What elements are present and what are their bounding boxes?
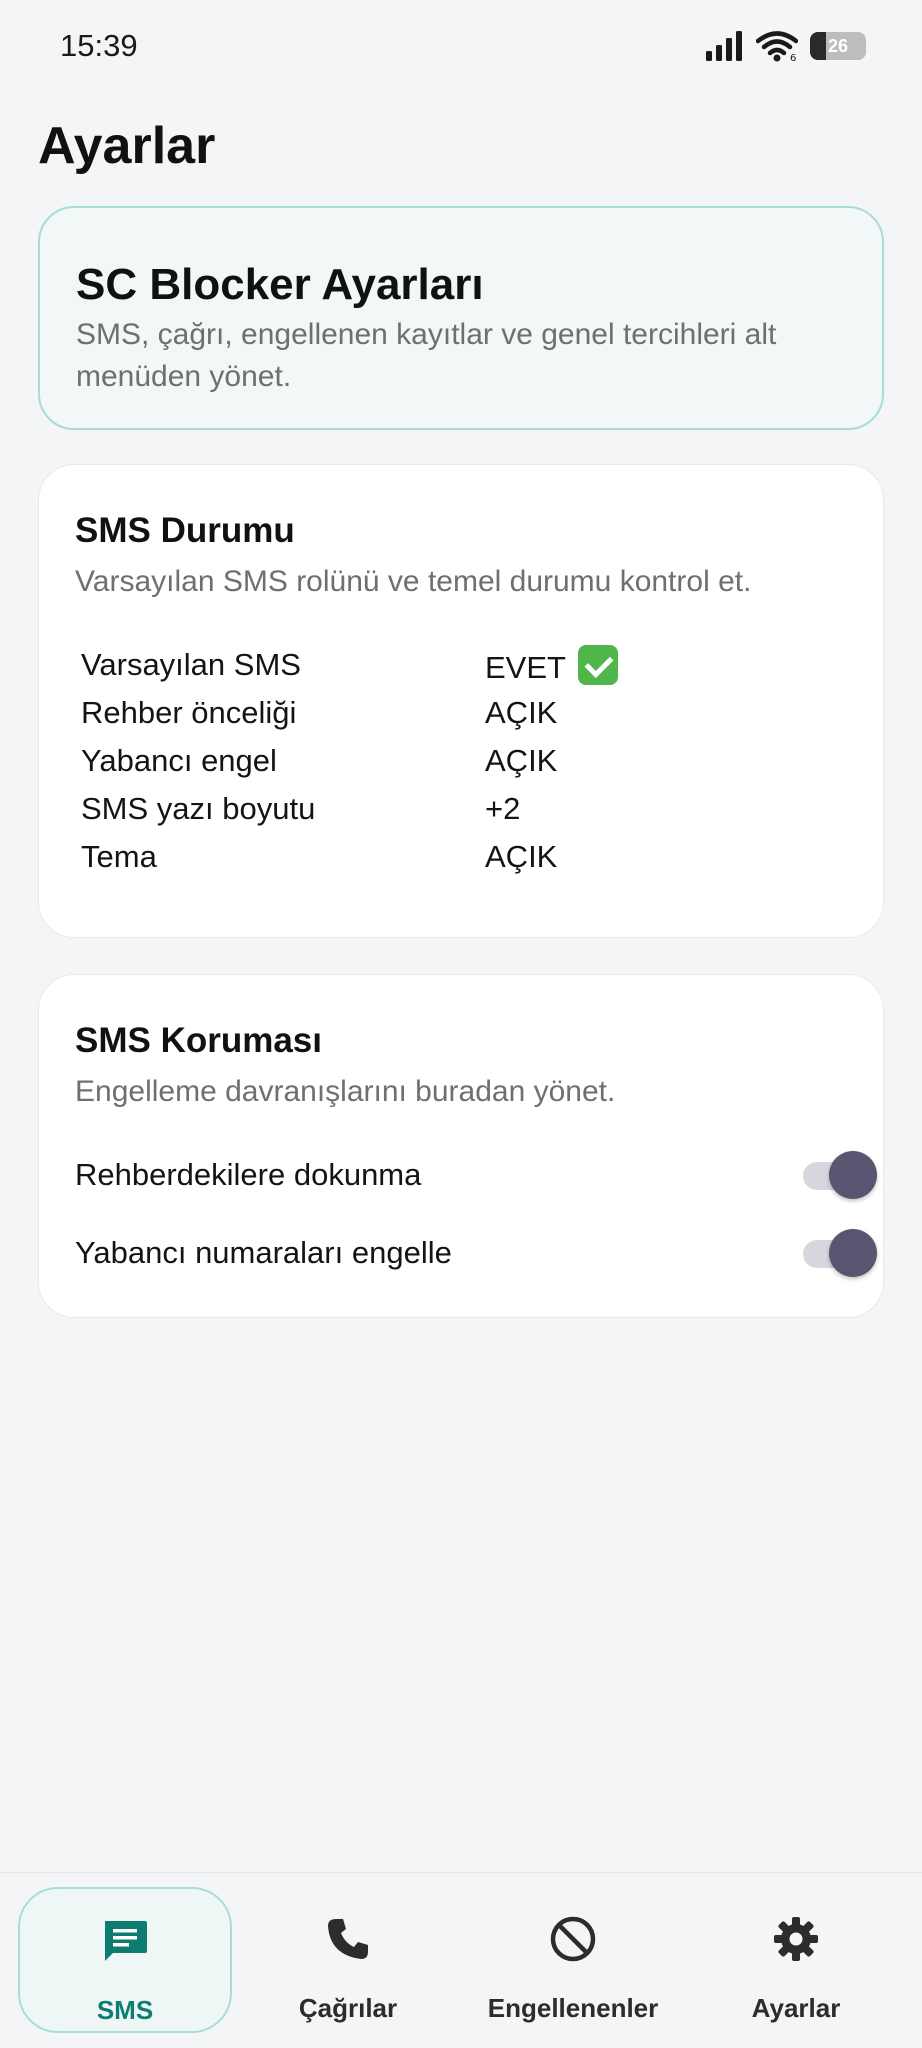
nav-label: SMS — [96, 1995, 154, 2025]
status-key: Yabancı engel — [81, 743, 277, 778]
status-value: AÇIK — [485, 839, 558, 874]
header-card-title: SC Blocker Ayarları — [76, 260, 484, 309]
status-key: Rehber önceliği — [81, 695, 297, 730]
status-table: Varsayılan SMS EVET Rehber önceliği AÇIK… — [81, 641, 841, 881]
svg-text:6: 6 — [790, 53, 796, 62]
settings-header-card: SC Blocker Ayarları SMS, çağrı, engellen… — [38, 206, 884, 430]
phone-icon — [328, 1919, 368, 1959]
status-value: AÇIK — [485, 743, 558, 778]
message-icon — [105, 1921, 147, 1961]
bottom-nav: SMS Çağrılar Engellenenler Ayarlar — [0, 1872, 922, 2048]
wifi-icon: 6 — [756, 31, 798, 62]
status-row-default-sms: Varsayılan SMS EVET — [81, 641, 841, 689]
contacts-toggle-switch[interactable] — [799, 1151, 877, 1199]
status-value: AÇIK — [485, 695, 558, 730]
status-value: EVET — [485, 644, 841, 686]
sms-protection-card: SMS Koruması Engelleme davranışlarını bu… — [38, 974, 884, 1318]
status-icons: 6 26 — [706, 30, 866, 62]
sms-protection-subtitle: Engelleme davranışlarını buradan yönet. — [75, 1075, 616, 1108]
signal-icon — [706, 31, 742, 61]
nav-item-blocked[interactable]: Engellenenler — [464, 1887, 682, 2033]
sms-status-subtitle: Varsayılan SMS rolünü ve temel durumu ko… — [75, 565, 752, 598]
page-title: Ayarlar — [38, 117, 216, 175]
nav-label: Engellenenler — [487, 1993, 659, 2023]
nav-item-sms[interactable]: SMS — [18, 1887, 232, 2033]
status-bar: 15:39 6 26 — [0, 0, 922, 96]
nav-label: Çağrılar — [298, 1993, 398, 2023]
sms-protection-title: SMS Koruması — [75, 1021, 322, 1060]
status-key: Tema — [81, 839, 157, 874]
toggle-label: Yabancı numaraları engelle — [75, 1235, 452, 1270]
status-value: +2 — [485, 791, 521, 826]
strangers-toggle-switch[interactable] — [799, 1229, 877, 1277]
nav-label: Ayarlar — [751, 1993, 841, 2023]
nav-item-settings[interactable]: Ayarlar — [716, 1887, 876, 2033]
status-key: Varsayılan SMS — [81, 647, 301, 682]
status-row-theme: Tema AÇIK — [81, 833, 841, 881]
toggle-row-contacts[interactable]: Rehberdekilere dokunma — [75, 1145, 877, 1205]
toggle-label: Rehberdekilere dokunma — [75, 1157, 422, 1192]
block-icon — [550, 1916, 596, 1962]
check-icon — [577, 644, 618, 685]
sms-status-card: SMS Durumu Varsayılan SMS rolünü ve teme… — [38, 464, 884, 938]
battery-level: 26 — [827, 35, 849, 56]
status-key: SMS yazı boyutu — [81, 791, 316, 826]
status-row-stranger-block: Yabancı engel AÇIK — [81, 737, 841, 785]
nav-item-calls[interactable]: Çağrılar — [262, 1887, 434, 2033]
header-card-subtitle: SMS, çağrı, engellenen kayıtlar ve genel… — [76, 318, 777, 393]
status-time: 15:39 — [60, 28, 138, 63]
status-value-text: EVET — [485, 649, 566, 685]
sms-status-title: SMS Durumu — [75, 511, 295, 550]
status-row-contact-priority: Rehber önceliği AÇIK — [81, 689, 841, 737]
battery-icon: 26 — [810, 32, 866, 60]
gear-icon — [774, 1917, 818, 1961]
toggle-row-strangers[interactable]: Yabancı numaraları engelle — [75, 1223, 877, 1283]
status-row-font-size: SMS yazı boyutu +2 — [81, 785, 841, 833]
